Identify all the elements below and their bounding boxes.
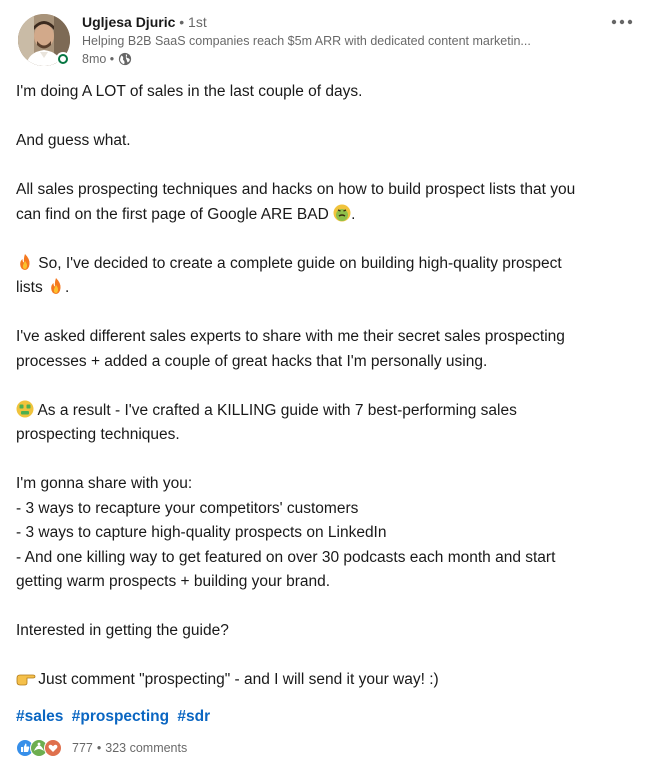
post-text: can find on the first page of Google ARE…: [16, 205, 329, 223]
post-paragraph: All sales prospecting techniques and hac…: [16, 178, 637, 227]
author-name-line: Ugljesa Djuric • 1st: [82, 12, 577, 32]
hashtag-list: #sales #prospecting #sdr: [16, 706, 214, 728]
post-paragraph: I'm gonna share with you: - 3 ways to re…: [16, 472, 637, 595]
post-header: Ugljesa Djuric • 1st Helping B2B SaaS co…: [16, 12, 637, 70]
post-text: lists: [16, 279, 47, 296]
post-paragraph: Interested in getting the guide?: [16, 619, 637, 644]
comments-count[interactable]: 323 comments: [105, 741, 187, 755]
post-text-line: All sales prospecting techniques and hac…: [16, 181, 576, 198]
post-paragraph: And guess what.: [16, 129, 637, 154]
hashtag-prospecting[interactable]: #prospecting: [72, 708, 169, 725]
fire-icon: [47, 277, 65, 295]
post-text-line: getting warm prospects + building your b…: [16, 573, 331, 590]
more-options-button[interactable]: [607, 12, 637, 32]
post-text: .: [351, 205, 356, 223]
post-text: So, I've decided to create a complete gu…: [34, 254, 562, 272]
separator: •: [96, 741, 102, 755]
ellipsis-icon: [611, 19, 633, 25]
post-text: Just comment "prospecting" - and I will …: [34, 671, 439, 688]
post-text: .: [65, 279, 70, 296]
online-status-icon: [56, 52, 70, 66]
post-text-line: And guess what.: [16, 132, 131, 149]
globe-icon: [118, 52, 132, 66]
post-text-line: prospecting techniques.: [16, 426, 180, 443]
author-name[interactable]: Ugljesa Djuric: [82, 14, 175, 30]
hashtag-sales[interactable]: #sales: [16, 708, 63, 725]
nauseated-face-icon: [333, 204, 351, 222]
post-text: As a result - I've crafted a KILLING gui…: [34, 401, 517, 419]
post-text-line: - And one killing way to get featured on…: [16, 548, 556, 566]
post-text-line: - 3 ways to capture high-quality prospec…: [16, 524, 387, 541]
social-counts: 777 • 323 comments: [16, 738, 187, 758]
post-text-line: processes + added a couple of great hack…: [16, 352, 488, 370]
post-text-line: Interested in getting the guide?: [16, 622, 229, 639]
post-time: 8mo •: [82, 50, 577, 68]
post-text-line: So, I've decided to create a complete gu…: [16, 252, 637, 277]
feed-post: Ugljesa Djuric • 1st Helping B2B SaaS co…: [0, 0, 653, 765]
author-headline: Helping B2B SaaS companies reach $5m ARR…: [82, 34, 531, 48]
pointing-hand-icon: [16, 669, 36, 687]
post-paragraph: I'm doing A LOT of sales in the last cou…: [16, 80, 637, 105]
post-paragraph: So, I've decided to create a complete gu…: [16, 252, 637, 301]
author-meta: Ugljesa Djuric • 1st Helping B2B SaaS co…: [82, 12, 577, 68]
connection-degree: • 1st: [179, 14, 207, 30]
love-icon: [44, 739, 62, 757]
post-text-line: I'm gonna share with you:: [16, 475, 193, 492]
post-text-line: can find on the first page of Google ARE…: [16, 203, 637, 228]
author-avatar[interactable]: [16, 12, 72, 68]
post-paragraph: As a result - I've crafted a KILLING gui…: [16, 399, 637, 448]
post-age: 8mo •: [82, 52, 115, 66]
post-paragraph: Just comment "prospecting" - and I will …: [16, 668, 637, 693]
reaction-count[interactable]: 777: [72, 741, 93, 755]
hashtag-sdr[interactable]: #sdr: [177, 708, 210, 725]
post-paragraph: I've asked different sales experts to sh…: [16, 325, 637, 374]
post-text-line: Just comment "prospecting" - and I will …: [16, 668, 637, 693]
reaction-icons[interactable]: [16, 739, 62, 757]
post-text-line: lists .: [16, 276, 637, 301]
post-text-line: As a result - I've crafted a KILLING gui…: [16, 399, 637, 424]
fire-icon: [16, 253, 34, 271]
post-text-line: I've asked different sales experts to sh…: [16, 328, 565, 345]
money-mouth-face-icon: [16, 400, 34, 418]
post-text-line: I'm doing A LOT of sales in the last cou…: [16, 83, 363, 100]
post-text-line: - 3 ways to recapture your competitors' …: [16, 499, 359, 517]
post-body: I'm doing A LOT of sales in the last cou…: [16, 80, 637, 717]
